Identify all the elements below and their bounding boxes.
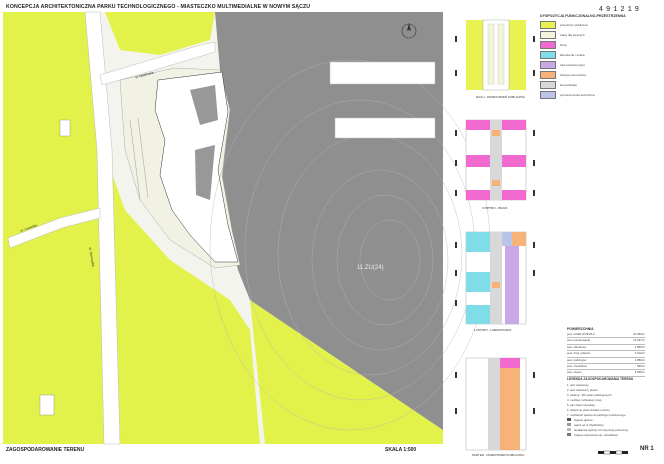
viewpoint-icon: [567, 433, 571, 436]
diagram-floor3: [465, 119, 527, 201]
diagram-roof-label: DACH - PRZESTRZEŃ PUBLICZNA: [476, 95, 525, 99]
diagram-floor1-label: 1 PIĘTRO - LABORATORIA: [474, 328, 512, 332]
diagram-roof: [466, 19, 526, 91]
param-row: pow. zieleni 8 955m²: [567, 370, 645, 377]
section-markers: [455, 36, 535, 414]
params-title: POWIERZCHNIA: [567, 327, 594, 331]
diagram-ground: [465, 357, 527, 451]
area-parameters: POWIERZCHNIA pow. działki (ZU4/Z/H) 20 45…: [567, 327, 645, 377]
scale-bar-icon: [598, 450, 628, 455]
diagram-floor1: [465, 231, 527, 325]
vehicle-entry-icon: [567, 423, 571, 426]
plan-legend-item: miejsce wykonania opt. wizualizacji: [567, 432, 647, 437]
drawing-scale: SKALA 1:500: [385, 447, 417, 453]
diagram-ground-label: PARTER - PRZESTRZEŃ PUBLICZNA: [472, 453, 525, 457]
floor-diagrams: [455, 19, 535, 451]
secondary-entry-icon: [567, 428, 571, 431]
diagram-floor3-label: 3 PIĘTRO - BIURA: [482, 206, 508, 210]
site-plan-legend: LEGENDA ZAGOSPODAROWANIA TERENU 1. plac …: [567, 377, 647, 437]
drawing-subtitle: ZAGOSPODAROWANIE TERENU: [6, 447, 85, 453]
sheet-number: NR 1: [640, 446, 654, 452]
presentation-board: ul. Myśliwska ul. Lwowska ul. Tarnowska …: [0, 0, 664, 464]
plan-legend-title: LEGENDA ZAGOSPODAROWANIA TERENU: [567, 377, 634, 381]
main-entrance-icon: [567, 418, 571, 421]
